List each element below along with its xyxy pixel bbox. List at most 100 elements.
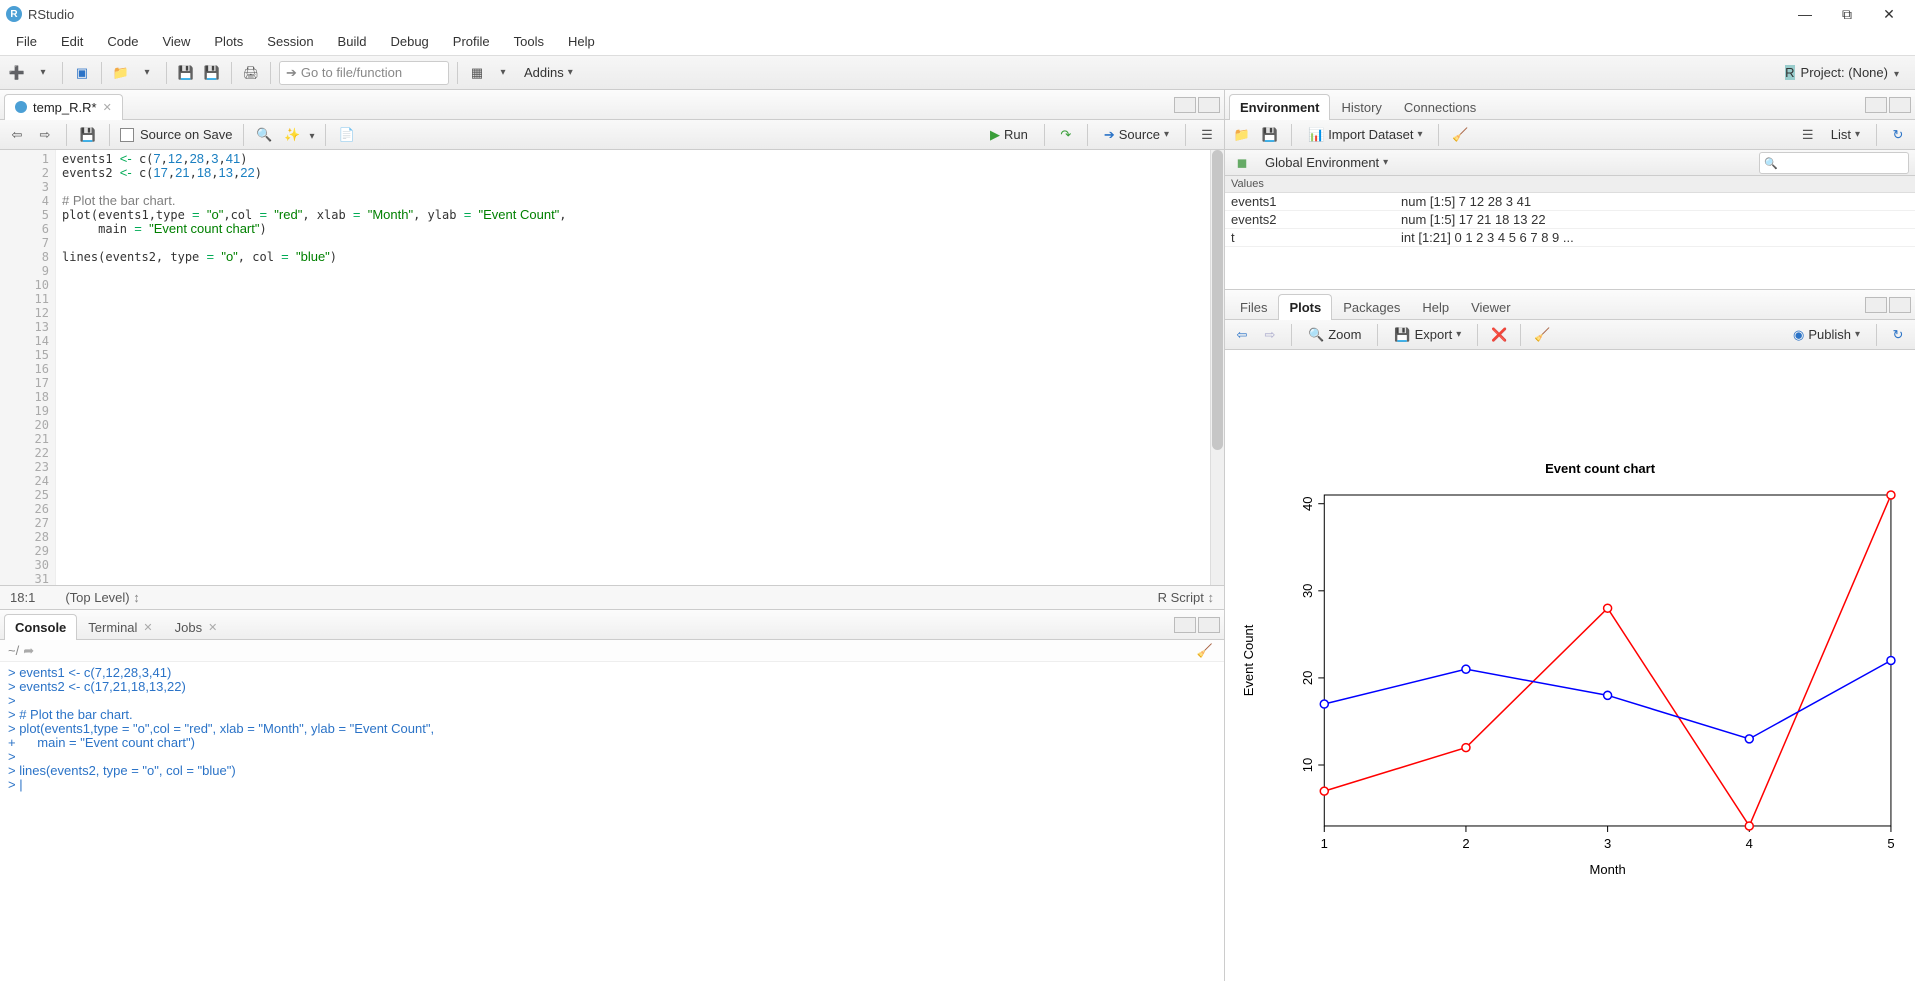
- save-workspace-icon[interactable]: 💾: [1259, 124, 1281, 146]
- project-icon: R: [1785, 65, 1794, 80]
- new-project-icon[interactable]: ▣: [71, 62, 93, 84]
- svg-text:2: 2: [1462, 836, 1469, 851]
- minimize-env-button[interactable]: [1865, 97, 1887, 113]
- env-row[interactable]: tint [1:21] 0 1 2 3 4 5 6 7 8 9 ...: [1225, 229, 1915, 247]
- menu-tools[interactable]: Tools: [502, 30, 556, 53]
- menu-plots[interactable]: Plots: [202, 30, 255, 53]
- menu-debug[interactable]: Debug: [378, 30, 440, 53]
- goto-file-function-input[interactable]: ➔ Go to file/function: [279, 61, 449, 85]
- close-tab-icon[interactable]: ✕: [103, 101, 112, 114]
- new-file-dropdown[interactable]: [32, 62, 54, 84]
- env-scope-dropdown[interactable]: Global Environment: [1259, 152, 1394, 174]
- import-dataset-button[interactable]: 📊Import Dataset: [1302, 124, 1428, 146]
- publish-button[interactable]: ◉Publish: [1787, 324, 1866, 346]
- code-content[interactable]: events1 <- c(7,12,28,3,41) events2 <- c(…: [56, 150, 1224, 585]
- run-button[interactable]: ▶Run: [984, 124, 1034, 146]
- maximize-env-button[interactable]: [1889, 97, 1911, 113]
- scope-selector[interactable]: (Top Level): [35, 590, 1157, 605]
- open-recent-dropdown[interactable]: [136, 62, 158, 84]
- prev-plot-icon[interactable]: ⇦: [1231, 324, 1253, 346]
- tab-jobs[interactable]: Jobs✕: [164, 614, 229, 640]
- save-source-icon[interactable]: 💾: [77, 124, 99, 146]
- minimize-plots-button[interactable]: [1865, 297, 1887, 313]
- svg-text:10: 10: [1300, 758, 1315, 772]
- menu-help[interactable]: Help: [556, 30, 607, 53]
- save-icon[interactable]: 💾: [175, 62, 197, 84]
- new-file-icon[interactable]: ➕: [6, 62, 28, 84]
- env-row[interactable]: events1num [1:5] 7 12 28 3 41: [1225, 193, 1915, 211]
- wand-icon[interactable]: ✨: [282, 124, 304, 146]
- refresh-plot-icon[interactable]: ↻: [1887, 324, 1909, 346]
- refresh-env-icon[interactable]: ↻: [1887, 124, 1909, 146]
- tab-files[interactable]: Files: [1229, 294, 1278, 320]
- project-selector[interactable]: R Project: (None): [1785, 65, 1909, 80]
- tab-environment[interactable]: Environment: [1229, 94, 1330, 120]
- tab-plots[interactable]: Plots: [1278, 294, 1332, 320]
- tab-help[interactable]: Help: [1411, 294, 1460, 320]
- rerun-icon[interactable]: ↷: [1055, 124, 1077, 146]
- tab-connections[interactable]: Connections: [1393, 94, 1487, 120]
- menu-profile[interactable]: Profile: [441, 30, 502, 53]
- console-dir-icon[interactable]: ➦: [23, 643, 34, 659]
- forward-icon[interactable]: ⇨: [34, 124, 56, 146]
- close-icon[interactable]: ✕: [208, 621, 217, 634]
- search-env-input[interactable]: [1759, 152, 1909, 174]
- addins-dropdown[interactable]: Addins: [518, 65, 579, 80]
- compile-report-icon[interactable]: 📄: [336, 124, 358, 146]
- env-row[interactable]: events2num [1:5] 17 21 18 13 22: [1225, 211, 1915, 229]
- open-file-icon[interactable]: 📁: [110, 62, 132, 84]
- maximize-console-button[interactable]: [1198, 617, 1220, 633]
- zoom-button[interactable]: 🔍Zoom: [1302, 324, 1367, 346]
- editor-scrollbar[interactable]: [1210, 150, 1224, 585]
- menu-build[interactable]: Build: [326, 30, 379, 53]
- export-button[interactable]: 💾Export: [1388, 324, 1467, 346]
- language-selector[interactable]: R Script: [1158, 590, 1214, 605]
- close-icon[interactable]: ✕: [143, 621, 152, 634]
- outline-icon[interactable]: ☰: [1196, 124, 1218, 146]
- maximize-pane-button[interactable]: [1198, 97, 1220, 113]
- tab-console[interactable]: Console: [4, 614, 77, 640]
- svg-text:30: 30: [1300, 584, 1315, 598]
- grid-dropdown[interactable]: [492, 62, 514, 84]
- save-all-icon[interactable]: 💾: [201, 62, 223, 84]
- maximize-button[interactable]: ⧉: [1835, 2, 1859, 26]
- menu-session[interactable]: Session: [255, 30, 325, 53]
- console-output[interactable]: > events1 <- c(7,12,28,3,41) > events2 <…: [0, 662, 1224, 981]
- clear-console-icon[interactable]: 🧹: [1194, 640, 1216, 662]
- grid-icon[interactable]: ▦: [466, 62, 488, 84]
- code-editor[interactable]: 1 2 3 4 5 6 7 8 9 10 11 12 13 14 15 16 1…: [0, 150, 1224, 585]
- source-on-save-checkbox[interactable]: [120, 128, 134, 142]
- r-env-icon: ◼: [1231, 152, 1253, 174]
- code-tools-dropdown[interactable]: [310, 127, 315, 142]
- line-gutter: 1 2 3 4 5 6 7 8 9 10 11 12 13 14 15 16 1…: [0, 150, 56, 585]
- minimize-button[interactable]: —: [1793, 2, 1817, 26]
- console-working-dir: ~/: [8, 643, 19, 658]
- plots-pane: FilesPlotsPackagesHelpViewer ⇦ ⇨ 🔍Zoom 💾…: [1225, 290, 1915, 981]
- back-icon[interactable]: ⇦: [6, 124, 28, 146]
- print-icon[interactable]: 🖨: [240, 62, 262, 84]
- tab-terminal[interactable]: Terminal✕: [77, 614, 163, 640]
- minimize-pane-button[interactable]: [1174, 97, 1196, 113]
- svg-text:20: 20: [1300, 671, 1315, 685]
- find-icon[interactable]: 🔍: [254, 124, 276, 146]
- tab-history[interactable]: History: [1330, 94, 1392, 120]
- close-button[interactable]: ✕: [1877, 2, 1901, 26]
- svg-text:Month: Month: [1590, 862, 1626, 877]
- tab-viewer[interactable]: Viewer: [1460, 294, 1522, 320]
- clear-env-icon[interactable]: 🧹: [1449, 124, 1471, 146]
- menu-edit[interactable]: Edit: [49, 30, 95, 53]
- source-tab[interactable]: temp_R.R* ✕: [4, 94, 123, 120]
- remove-plot-icon[interactable]: ❌: [1488, 324, 1510, 346]
- minimize-console-button[interactable]: [1174, 617, 1196, 633]
- tab-packages[interactable]: Packages: [1332, 294, 1411, 320]
- r-file-icon: [15, 101, 27, 113]
- menu-code[interactable]: Code: [95, 30, 150, 53]
- menu-file[interactable]: File: [4, 30, 49, 53]
- menu-view[interactable]: View: [150, 30, 202, 53]
- clear-plots-icon[interactable]: 🧹: [1531, 324, 1553, 346]
- next-plot-icon[interactable]: ⇨: [1259, 324, 1281, 346]
- list-view-dropdown[interactable]: List: [1825, 124, 1866, 146]
- maximize-plots-button[interactable]: [1889, 297, 1911, 313]
- source-button[interactable]: ➔Source: [1098, 124, 1175, 146]
- load-workspace-icon[interactable]: 📁: [1231, 124, 1253, 146]
